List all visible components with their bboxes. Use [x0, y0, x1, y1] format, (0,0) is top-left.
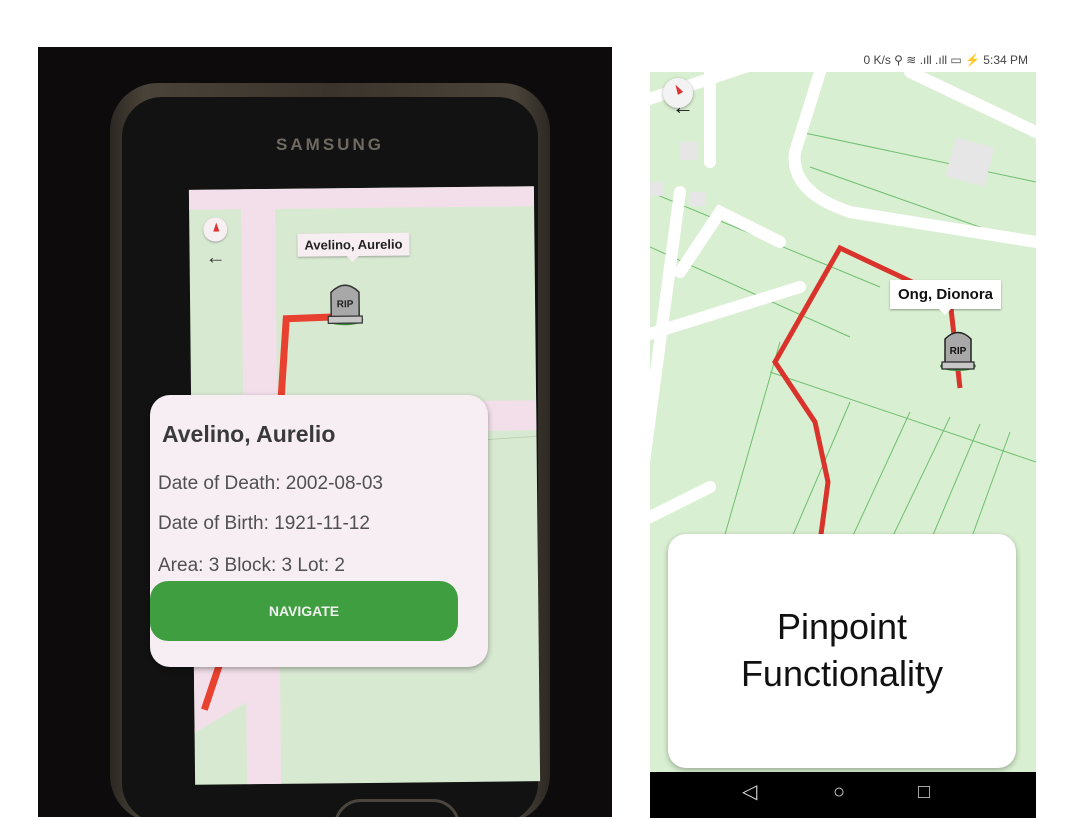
back-arrow-icon[interactable]: ←	[672, 96, 694, 118]
brand-logo: SAMSUNG	[276, 135, 384, 154]
nav-home-icon[interactable]: ○	[833, 782, 845, 802]
plot-location: Area: 3 Block: 3 Lot: 2	[158, 555, 345, 576]
phone-photo: SAMSUNG ← Avelino, Aurelio RIP Avelino, …	[38, 47, 612, 817]
status-bar: 0 K/s ⚲ ≋ .ıll .ıll ▭ ⚡ 5:34 PM	[650, 48, 1036, 72]
tombstone-text: RIP	[950, 346, 967, 357]
nav-recents-icon[interactable]: □	[918, 782, 930, 802]
phone-body: SAMSUNG ← Avelino, Aurelio RIP Avelino, …	[110, 83, 550, 817]
android-nav-bar: ◁ ○ □	[650, 772, 1036, 818]
cemetery-map[interactable]: ← Ong, Dionora RIP Pinpoint Functionalit…	[650, 72, 1036, 772]
back-arrow-icon[interactable]: ←	[205, 246, 225, 268]
tombstone-text: RIP	[337, 299, 354, 310]
status-bar-text: 0 K/s ⚲ ≋ .ıll .ıll ▭ ⚡ 5:34 PM	[863, 53, 1029, 67]
navigate-button[interactable]: NAVIGATE	[150, 581, 458, 641]
deceased-name: Avelino, Aurelio	[162, 421, 336, 447]
home-button[interactable]	[334, 799, 460, 817]
caption-line-1: Pinpoint	[776, 606, 908, 648]
nav-back-icon[interactable]: ◁	[742, 782, 757, 802]
date-of-death: Date of Death: 2002-08-03	[158, 473, 383, 494]
compass-icon[interactable]	[203, 217, 228, 242]
tombstone-icon[interactable]: RIP	[938, 326, 978, 372]
caption-line-2: Functionality	[740, 653, 944, 694]
app-screenshot: 0 K/s ⚲ ≋ .ıll .ıll ▭ ⚡ 5:34 PM ← Ong, D…	[650, 48, 1036, 818]
grave-label: Ong, Dionora	[890, 280, 1001, 315]
grave-label: Avelino, Aurelio	[297, 232, 410, 257]
grave-info-card: Avelino, Aurelio Date of Death: 2002-08-…	[150, 395, 488, 667]
date-of-birth: Date of Birth: 1921-11-12	[158, 513, 370, 534]
tombstone-icon[interactable]: RIP	[325, 278, 366, 326]
caption-card: Pinpoint Functionality	[668, 534, 1016, 768]
